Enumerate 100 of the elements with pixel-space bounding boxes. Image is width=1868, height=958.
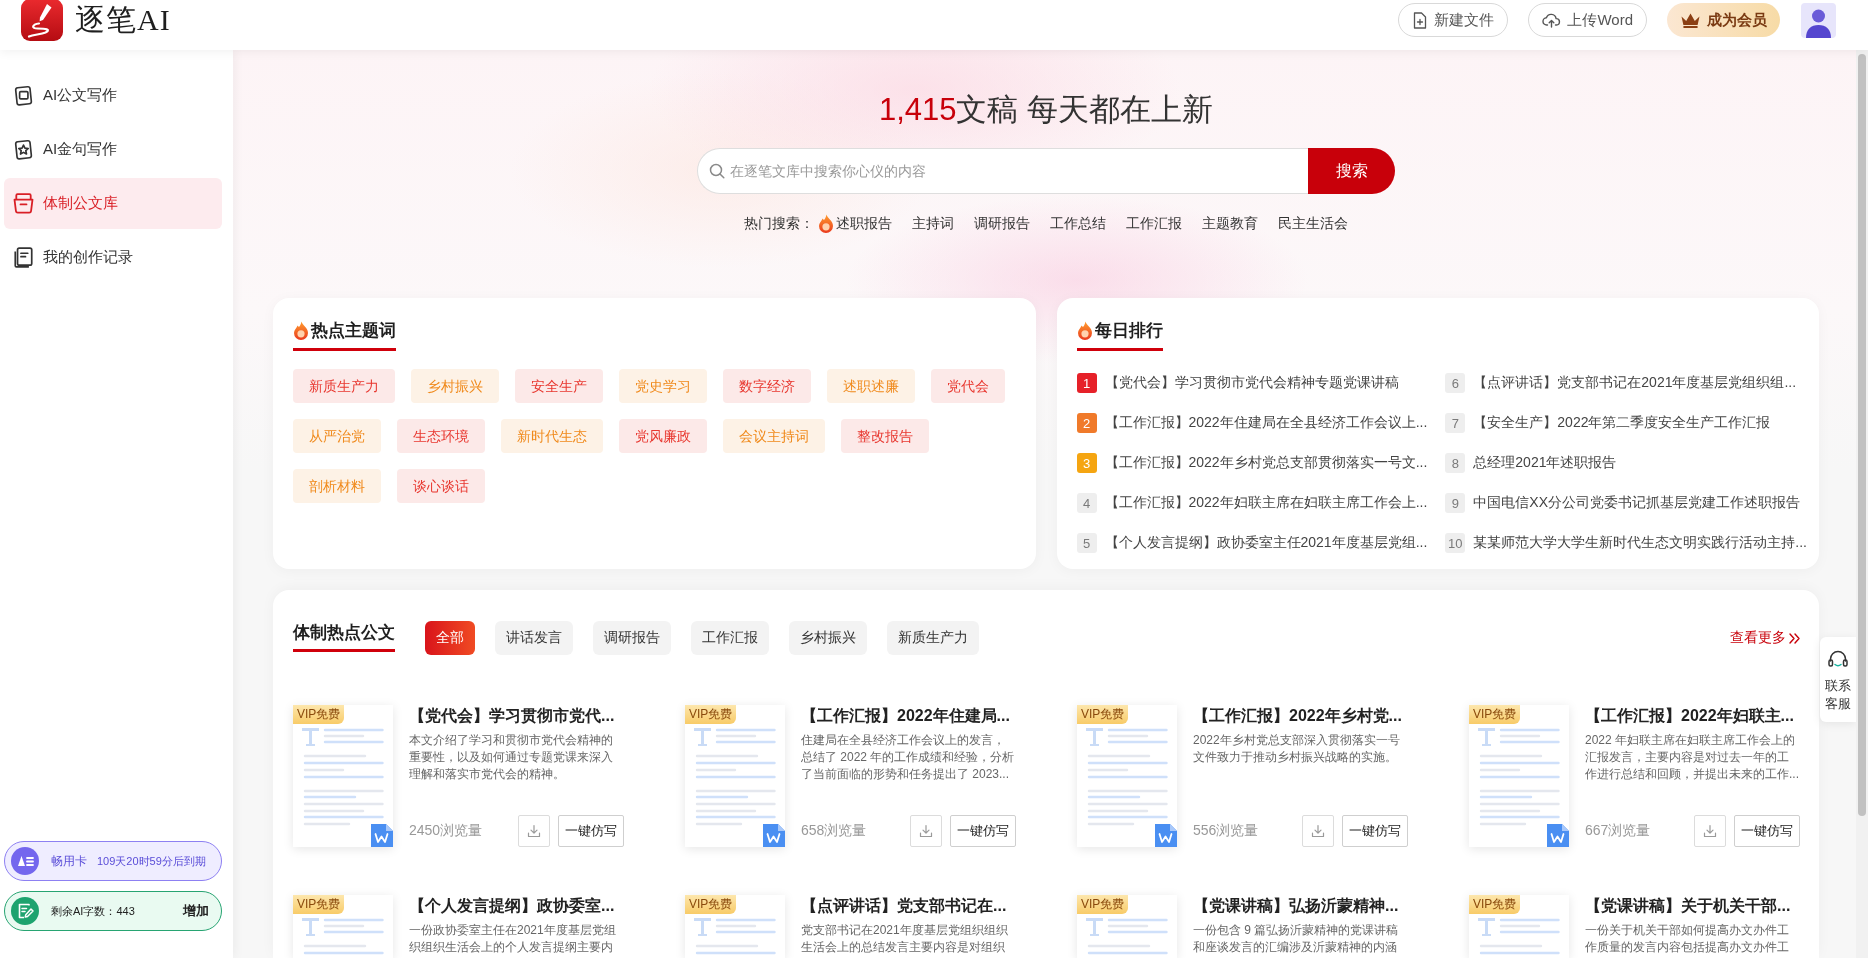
download-button[interactable] <box>1694 815 1726 847</box>
filter-tab[interactable]: 调研报告 <box>593 621 671 655</box>
document-thumbnail[interactable]: VIP免费 <box>685 705 785 847</box>
document-icon <box>13 85 34 106</box>
hot-search-link[interactable]: 工作总结 <box>1050 212 1106 234</box>
document-summary: 一份关于机关干部如何提高办文办件工作质量的发言内容包括提高办文办件工 <box>1585 922 1790 956</box>
ranking-link[interactable]: 【个人发言提纲】政协委室主任2021年度基层党组... <box>1104 534 1428 552</box>
document-summary: 一份政协委室主任在2021年度基层党组织组织生活会上的个人发言提纲主要内 <box>409 922 617 956</box>
document-thumbnail[interactable]: VIP免费 <box>1077 895 1177 958</box>
vip-badge: VIP免费 <box>293 895 345 914</box>
star-card-icon <box>13 139 34 160</box>
new-file-button[interactable]: 新建文件 <box>1398 3 1509 37</box>
view-count: 667浏览量 <box>1585 822 1652 840</box>
document-title[interactable]: 【党代会】学习贯彻市党代... <box>409 705 624 727</box>
rank-badge: 2 <box>1076 413 1097 433</box>
ranking-link[interactable]: 【点评讲话】党支部书记在2021年度基层党组织组... <box>1473 374 1797 392</box>
ranking-link[interactable]: 【工作汇报】2022年乡村党总支部贯彻落实一号文... <box>1104 454 1428 472</box>
filter-tab[interactable]: 全部 <box>425 621 475 655</box>
notebook-icon <box>13 247 34 268</box>
membership-banner[interactable]: 畅用卡 109天20时59分后到期 <box>4 841 222 881</box>
hot-search-link[interactable]: 调研报告 <box>974 212 1030 234</box>
rank-badge: 3 <box>1076 453 1097 473</box>
ranking-link[interactable]: 总经理2021年述职报告 <box>1473 454 1617 472</box>
sidebar-item[interactable]: 体制公文库 <box>4 178 222 229</box>
download-button[interactable] <box>518 815 550 847</box>
document-summary: 2022 年妇联主席在妇联主席工作会上的汇报发言，主要内容是对过去一年的工作进行总结和回顾，并提出未来的工作... <box>1585 732 1800 783</box>
vip-badge: VIP免费 <box>685 895 737 914</box>
vip-badge: VIP免费 <box>1077 705 1129 724</box>
list-icon <box>11 847 39 875</box>
membership-name: 畅用卡 <box>51 852 87 870</box>
sidebar-item[interactable]: 我的创作记录 <box>4 232 222 283</box>
sidebar-item[interactable]: AI金句写作 <box>4 124 222 175</box>
filter-tab[interactable]: 新质生产力 <box>887 621 979 655</box>
topic-tag[interactable]: 党风廉政 <box>619 419 707 453</box>
document-title[interactable]: 【党课讲稿】关于机关干部... <box>1585 895 1800 917</box>
rank-badge: 7 <box>1445 413 1466 433</box>
document-thumbnail[interactable]: VIP免费 <box>685 895 785 958</box>
rewrite-button[interactable]: 一键仿写 <box>1342 815 1408 847</box>
topic-tag[interactable]: 新质生产力 <box>293 369 395 403</box>
document-thumbnail[interactable]: VIP免费 <box>1469 705 1569 847</box>
ranking-link[interactable]: 中国电信XX分公司党委书记抓基层党建工作述职报告 <box>1473 494 1800 512</box>
topic-tag[interactable]: 党代会 <box>931 369 1005 403</box>
upload-button[interactable]: 上传Word <box>1528 3 1647 37</box>
download-button[interactable] <box>1302 815 1334 847</box>
rank-badge: 6 <box>1445 373 1466 393</box>
hot-search-link[interactable]: 主题教育 <box>1202 212 1258 234</box>
topic-tag[interactable]: 生态环境 <box>397 419 485 453</box>
add-quota-button[interactable]: 增加 <box>181 902 211 920</box>
brand-name: 逐笔AI <box>75 2 171 38</box>
topic-tag[interactable]: 谈心谈话 <box>397 469 485 503</box>
filter-tab[interactable]: 工作汇报 <box>691 621 769 655</box>
crown-icon <box>1680 11 1701 29</box>
hot-search-link[interactable]: 主持词 <box>912 212 954 234</box>
view-more-link[interactable]: 查看更多 <box>1730 629 1800 647</box>
search-icon <box>709 163 725 179</box>
hot-search-link[interactable]: 述职报告 <box>818 212 892 234</box>
rewrite-button[interactable]: 一键仿写 <box>558 815 624 847</box>
flame-icon <box>818 213 834 233</box>
flame-icon <box>1076 320 1093 340</box>
ranking-link[interactable]: 某某师范大学大学生新时代生态文明实践行活动主持... <box>1473 534 1807 552</box>
document-thumbnail[interactable]: VIP免费 <box>1077 705 1177 847</box>
filter-tab[interactable]: 乡村振兴 <box>789 621 867 655</box>
document-title[interactable]: 【工作汇报】2022年住建局... <box>801 705 1016 727</box>
quota-text: 剩余AI字数：443 <box>51 903 136 919</box>
document-thumbnail[interactable]: VIP免费 <box>293 895 393 958</box>
document-thumbnail[interactable]: VIP免费 <box>293 705 393 847</box>
rank-badge: 10 <box>1445 533 1466 553</box>
view-count: 556浏览量 <box>1193 822 1260 840</box>
ranking-link[interactable]: 【安全生产】2022年第二季度安全生产工作汇报 <box>1473 414 1771 432</box>
search-button[interactable]: 搜索 <box>1308 148 1395 194</box>
rank-badge: 9 <box>1445 493 1466 513</box>
hot-search-link[interactable]: 民主生活会 <box>1278 212 1348 234</box>
scrollbar-thumb[interactable] <box>1858 54 1866 816</box>
document-title[interactable]: 【工作汇报】2022年妇联主... <box>1585 705 1800 727</box>
filter-tab[interactable]: 讲话发言 <box>495 621 573 655</box>
topic-tag[interactable]: 整改报告 <box>841 419 929 453</box>
document-title[interactable]: 【党课讲稿】弘扬沂蒙精神... <box>1193 895 1408 917</box>
download-button[interactable] <box>910 815 942 847</box>
ranking-link[interactable]: 【党代会】学习贯彻市党代会精神专题党课讲稿 <box>1104 374 1399 392</box>
membership-button[interactable]: 成为会员 <box>1667 3 1780 37</box>
rewrite-button[interactable]: 一键仿写 <box>950 815 1016 847</box>
ranking-link[interactable]: 【工作汇报】2022年住建局在全县经济工作会议上... <box>1104 414 1428 432</box>
double-chevron-icon <box>1789 632 1800 644</box>
avatar-icon[interactable] <box>1801 2 1836 38</box>
card-title: 热点主题词 <box>311 319 396 342</box>
headline: 1,415文稿 每天都在上新 <box>878 91 1214 129</box>
topic-tag[interactable]: 安全生产 <box>515 369 603 403</box>
document-title[interactable]: 【点评讲话】党支部书记在... <box>801 895 1016 917</box>
membership-expiry: 109天20时59分后到期 <box>97 853 206 869</box>
hot-search-link[interactable]: 工作汇报 <box>1126 212 1182 234</box>
topic-tag[interactable]: 数字经济 <box>723 369 811 403</box>
search-field[interactable]: 在逐笔文库中搜索你心仪的内容 <box>697 148 1308 194</box>
document-title[interactable]: 【工作汇报】2022年乡村党... <box>1193 705 1408 727</box>
box-icon <box>13 193 34 214</box>
document-thumbnail[interactable]: VIP免费 <box>1469 895 1569 958</box>
support-button[interactable]: 联系客服 <box>1820 637 1856 723</box>
ranking-link[interactable]: 【工作汇报】2022年妇联主席在妇联主席工作会上... <box>1104 494 1428 512</box>
rewrite-button[interactable]: 一键仿写 <box>1734 815 1800 847</box>
sidebar-item[interactable]: AI公文写作 <box>4 70 222 121</box>
document-title[interactable]: 【个人发言提纲】政协委室... <box>409 895 624 917</box>
